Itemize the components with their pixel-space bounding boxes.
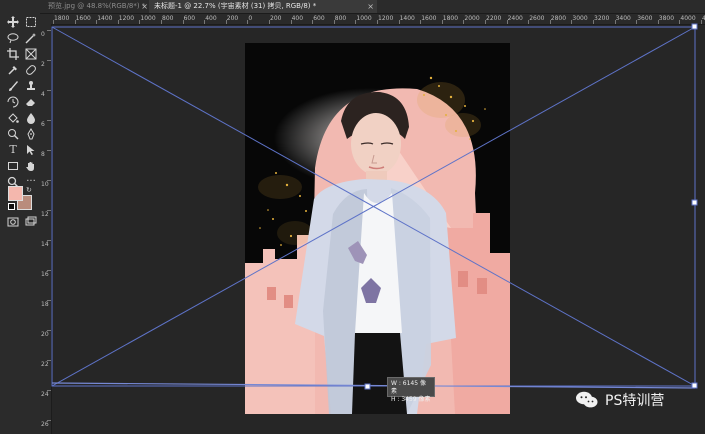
healing-icon[interactable] [24, 64, 38, 76]
tab-label: 预览.jpg @ 48.8%(RGB/8*) * [48, 2, 146, 10]
ruler-label: 400 [291, 15, 304, 22]
frame-icon[interactable] [24, 48, 38, 60]
ruler-label: 1000 [140, 15, 156, 22]
ruler-label: 1800 [54, 15, 70, 22]
ruler-label: 20 [41, 331, 49, 338]
ruler-label: 16 [41, 271, 49, 278]
watermark: PS特训营 [575, 388, 685, 412]
tab-untitled-1[interactable]: 未标题-1 @ 22.7% (宇宙素材 (31) 拷贝, RGB/8) * × [149, 0, 377, 13]
ruler-label: 0 [248, 15, 253, 22]
ruler-label: 18 [41, 301, 49, 308]
ruler-label: 2000 [464, 15, 480, 22]
ruler-label: 3600 [637, 15, 653, 22]
vertical-ruler[interactable]: 0 2 4 6 8 10 12 14 16 18 20 22 24 26 [40, 24, 52, 434]
ruler-label: 1400 [399, 15, 415, 22]
ruler-label: 1800 [442, 15, 459, 22]
eraser-icon[interactable] [24, 96, 38, 108]
ruler-label: 6 [41, 121, 45, 128]
ruler-label: 200 [226, 15, 239, 22]
hand-icon[interactable] [24, 160, 38, 172]
ruler-label: 1600 [421, 15, 437, 22]
tools-panel: T ··· ↻ [0, 0, 41, 434]
ruler-label: 600 [183, 15, 196, 22]
ruler-label: 2200 [486, 15, 502, 22]
tab-label: 未标题-1 @ 22.7% (宇宙素材 (31) 拷贝, RGB/8) * [154, 2, 317, 10]
ruler-label: 3800 [658, 15, 675, 22]
ruler-label: 14 [41, 241, 49, 248]
ruler-label: 8 [41, 151, 45, 158]
eyedropper-icon[interactable] [6, 64, 20, 76]
ruler-tick [47, 150, 51, 151]
ruler-label: 2800 [550, 15, 567, 22]
quick-mask-icon[interactable] [6, 216, 20, 228]
ruler-label: 1200 [378, 15, 394, 22]
ruler-label: 10 [41, 181, 49, 188]
artwork-image [245, 43, 510, 414]
horizontal-ruler[interactable]: 1800 1600 1400 1200 1000 800 600 400 200 0 200 400 6… [52, 14, 705, 25]
magic-wand-icon[interactable] [24, 32, 38, 44]
ruler-label: 4 [41, 91, 45, 98]
ruler-label: 400 [205, 15, 217, 22]
foreground-color-swatch[interactable] [8, 186, 23, 201]
rectangle-icon[interactable] [6, 160, 20, 172]
ruler-label: 2400 [507, 15, 523, 22]
ruler-label: 26 [41, 421, 49, 428]
ruler-label: 1600 [75, 15, 91, 22]
document-canvas[interactable] [245, 43, 510, 414]
type-icon[interactable]: T [6, 144, 20, 156]
ruler-label: 12 [41, 211, 49, 218]
ruler-label: 2600 [529, 15, 545, 22]
blur-icon[interactable] [24, 112, 38, 124]
close-icon[interactable]: × [367, 0, 374, 13]
ruler-tick [47, 30, 51, 31]
transform-size-tooltip: W : 6145 像素 H : 3459 像素 [387, 377, 435, 403]
tab-preview-jpg[interactable]: 预览.jpg @ 48.8%(RGB/8*) * × [43, 0, 151, 13]
pen-icon[interactable] [24, 128, 38, 140]
ruler-label: 0 [41, 31, 45, 38]
close-icon[interactable]: × [141, 0, 148, 13]
crop-icon[interactable] [6, 48, 20, 60]
marquee-icon[interactable] [24, 16, 38, 28]
ruler-label: 3400 [615, 15, 631, 22]
ruler-label: 3200 [594, 15, 610, 22]
document-tabs: 预览.jpg @ 48.8%(RGB/8*) * × 未标题-1 @ 22.7%… [40, 0, 705, 14]
lasso-icon[interactable] [6, 32, 20, 44]
ruler-label: 800 [162, 15, 174, 22]
ruler-label: 200 [270, 15, 282, 22]
ruler-label: 1000 [356, 15, 372, 22]
path-select-icon[interactable] [24, 144, 38, 156]
ruler-tick [47, 120, 51, 121]
brush-icon[interactable] [6, 80, 20, 92]
color-swatches[interactable]: ↻ [8, 186, 34, 212]
ruler-label: 4000 [680, 15, 696, 22]
tooltip-height: H : 3459 像素 [391, 396, 431, 403]
ruler-label: 24 [41, 391, 49, 398]
screen-mode-icon[interactable] [24, 216, 38, 228]
swap-colors-icon[interactable]: ↻ [26, 186, 32, 194]
watermark-text: PS特训营 [605, 393, 665, 409]
ruler-tick [47, 60, 51, 61]
default-colors-icon[interactable] [8, 203, 15, 210]
ruler-label: 600 [313, 15, 325, 22]
ruler-label: 22 [41, 361, 49, 368]
ruler-label: 1400 [97, 15, 113, 22]
paint-bucket-icon[interactable] [6, 112, 20, 124]
ruler-tick [47, 90, 51, 91]
ruler-label: 2 [41, 61, 45, 68]
move-icon[interactable] [6, 16, 20, 28]
stamp-icon[interactable] [24, 80, 38, 92]
ruler-label: 3000 [572, 15, 588, 22]
dodge-icon[interactable] [6, 128, 20, 140]
ruler-label: 1200 [118, 15, 135, 22]
wechat-icon [576, 391, 598, 408]
tooltip-width: W : 6145 像素 [391, 380, 426, 395]
history-brush-icon[interactable] [6, 96, 20, 108]
ruler-label: 800 [334, 15, 347, 22]
